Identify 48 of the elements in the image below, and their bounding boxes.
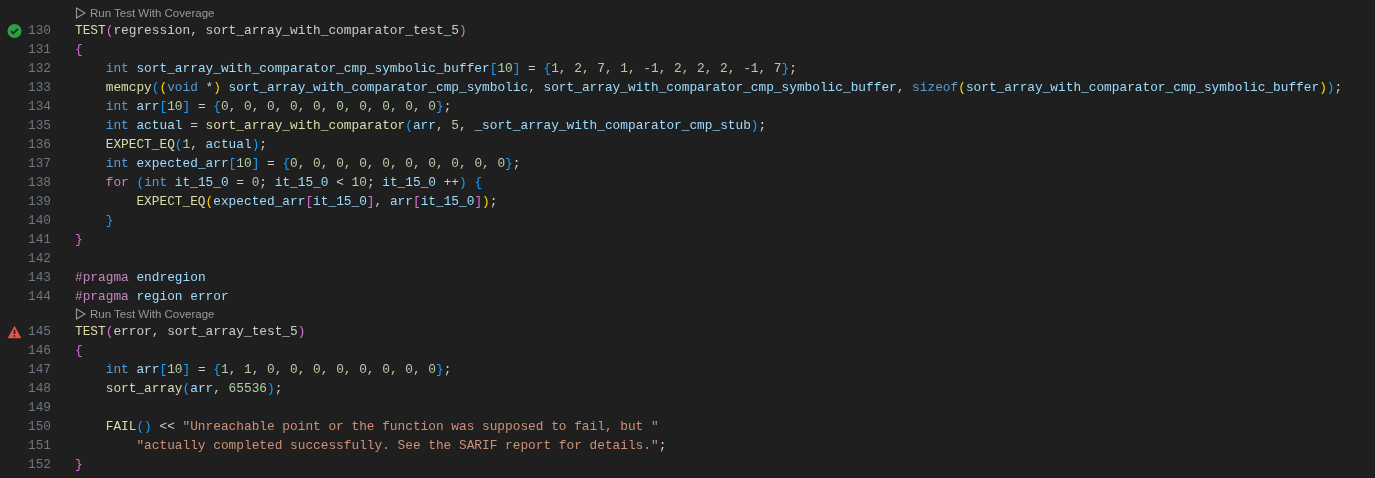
line-number: 137 bbox=[26, 156, 51, 171]
line-number: 143 bbox=[26, 270, 51, 285]
code-line: { bbox=[75, 343, 83, 358]
code-line: int arr[10] = {0, 0, 0, 0, 0, 0, 0, 0, 0, 0}; bbox=[104, 99, 452, 114]
line-number: 149 bbox=[26, 400, 51, 415]
line-number: 142 bbox=[26, 251, 51, 266]
run-test-link[interactable]: Run Test With Coverage bbox=[75, 7, 215, 19]
code-line: EXPECT_EQ(1, actual); bbox=[104, 137, 268, 152]
play-icon bbox=[75, 308, 86, 320]
code-line: } bbox=[75, 232, 83, 247]
line-number: 132 bbox=[26, 61, 51, 76]
line-number: 141 bbox=[26, 232, 51, 247]
code-line: TEST(regression, sort_array_with_comparator_test_5) bbox=[75, 23, 467, 38]
run-test-link[interactable]: Run Test With Coverage bbox=[75, 308, 215, 320]
code-line: EXPECT_EQ(expected_arr[it_15_0], arr[it_15_0]); bbox=[135, 194, 498, 209]
line-number: 147 bbox=[26, 362, 51, 377]
line-number: 139 bbox=[26, 194, 51, 209]
code-line: } bbox=[75, 457, 83, 472]
line-number: 135 bbox=[26, 118, 51, 133]
code-line: "actually completed successfully. See the SARIF report for details."; bbox=[135, 438, 667, 453]
play-icon bbox=[75, 7, 86, 19]
line-number: 148 bbox=[26, 381, 51, 396]
code-line: FAIL() << "Unreachable point or the function was supposed to fail, but " bbox=[104, 419, 659, 434]
code-line: for (int it_15_0 = 0; it_15_0 < 10; it_15_0 ++) { bbox=[104, 175, 483, 190]
code-line: int expected_arr[10] = {0, 0, 0, 0, 0, 0, 0, 0, 0, 0}; bbox=[104, 156, 521, 171]
line-number: 138 bbox=[26, 175, 51, 190]
line-number: 151 bbox=[26, 438, 51, 453]
line-number: 144 bbox=[26, 289, 51, 304]
line-number: 131 bbox=[26, 42, 51, 57]
code-line: int sort_array_with_comparator_cmp_symbolic_buffer[10] = {1, 2, 7, 1, -1, 2, 2, 2, -1, 7}; bbox=[104, 61, 797, 76]
code-line: #pragma region error bbox=[75, 289, 229, 304]
line-number: 145 bbox=[26, 324, 51, 339]
line-number: 140 bbox=[26, 213, 51, 228]
code-line: int actual = sort_array_with_comparator(arr, 5, _sort_array_with_comparator_cmp_stub); bbox=[104, 118, 767, 133]
line-number: 133 bbox=[26, 80, 51, 95]
code-line: } bbox=[104, 213, 114, 228]
line-number: 146 bbox=[26, 343, 51, 358]
code-line: memcpy((void *) sort_array_with_comparator_cmp_symbolic, sort_array_with_comparator_cmp_symbolic_buffer, sizeof(sort_array_with_comparator_cmp_symbolic_buffer)); bbox=[104, 80, 1343, 95]
code-line: sort_array(arr, 65536); bbox=[104, 381, 283, 396]
code-line: { bbox=[75, 42, 83, 57]
line-number: 136 bbox=[26, 137, 51, 152]
line-number: 150 bbox=[26, 419, 51, 434]
line-number: 130 bbox=[26, 23, 51, 38]
code-line: TEST(error, sort_array_test_5) bbox=[75, 324, 306, 339]
code-line: #pragma endregion bbox=[75, 270, 206, 285]
code-line: int arr[10] = {1, 1, 0, 0, 0, 0, 0, 0, 0, 0}; bbox=[104, 362, 452, 377]
line-number: 152 bbox=[26, 457, 51, 472]
line-number: 134 bbox=[26, 99, 51, 114]
